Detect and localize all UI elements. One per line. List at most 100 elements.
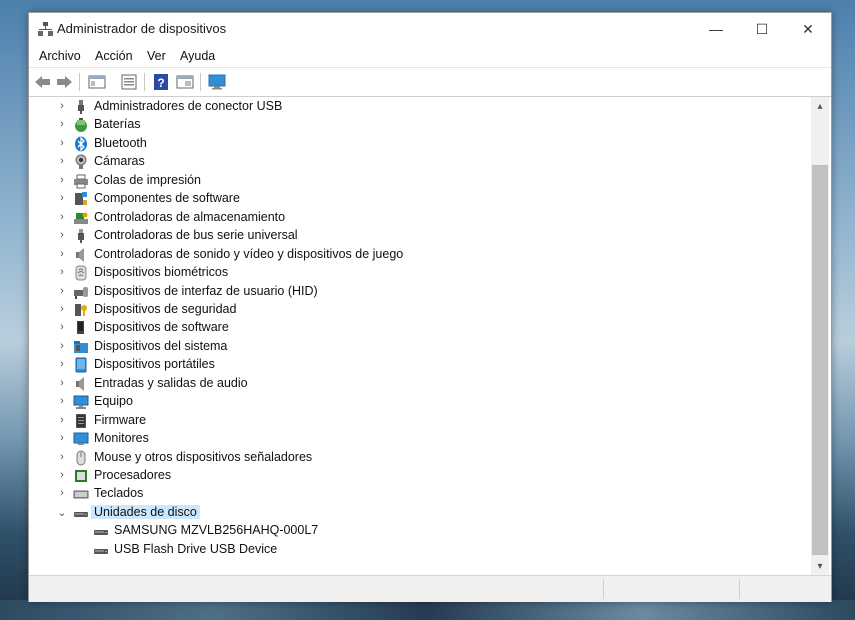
tree-child-item[interactable]: SAMSUNG MZVLB256HAHQ-000L7 — [29, 522, 809, 540]
close-button[interactable]: ✕ — [785, 13, 831, 45]
tree-category-item[interactable]: ›Cámaras — [29, 153, 809, 171]
system-folder-icon — [73, 339, 89, 355]
menu-archivo[interactable]: Archivo — [39, 49, 81, 63]
tree-category-item[interactable]: › Dispositivos de interfaz de usuario (HI… — [29, 283, 809, 301]
scroll-up-button[interactable]: ▴ — [811, 97, 829, 115]
tree-category-item[interactable]: › Controladoras de bus serie universal — [29, 227, 809, 245]
maximize-button[interactable]: ☐ — [739, 13, 785, 45]
status-separator — [739, 579, 740, 599]
tree-category-item[interactable]: › Administradores de conector USB — [29, 98, 809, 116]
disk-drive-icon — [93, 523, 109, 539]
tree-category-item[interactable]: ›Dispositivos de software — [29, 319, 809, 337]
chevron-right-icon[interactable]: › — [57, 248, 67, 260]
processor-icon — [73, 468, 89, 484]
chevron-right-icon[interactable]: › — [57, 395, 67, 407]
tree-item-label: USB Flash Drive USB Device — [114, 542, 277, 556]
tree-category-item[interactable]: › Baterías — [29, 116, 809, 134]
console-tree-icon[interactable] — [88, 73, 106, 91]
chevron-right-icon[interactable]: › — [57, 229, 67, 241]
tree-category-item[interactable]: › Firmware — [29, 412, 809, 430]
menu-ayuda[interactable]: Ayuda — [180, 49, 215, 63]
mouse-icon — [73, 450, 89, 466]
toolbar: ? — [29, 67, 831, 97]
keyboard-icon — [73, 486, 89, 502]
chevron-right-icon[interactable]: › — [57, 285, 67, 297]
chevron-right-icon[interactable]: › — [57, 377, 67, 389]
chevron-right-icon[interactable]: › — [57, 137, 67, 149]
chevron-right-icon[interactable]: › — [57, 432, 67, 444]
chevron-right-icon[interactable]: › — [57, 211, 67, 223]
tree-category-item[interactable]: › Controladoras de almacenamiento — [29, 209, 809, 227]
tree-category-item[interactable]: › Componentes de software — [29, 190, 809, 208]
hid-icon — [73, 284, 89, 300]
tree-item-label: Bluetooth — [94, 136, 147, 150]
desktop-background — [0, 600, 855, 620]
chevron-right-icon[interactable]: › — [57, 321, 67, 333]
menu-accion[interactable]: Acción — [95, 49, 133, 63]
tree-category-item[interactable]: ›Procesadores — [29, 467, 809, 485]
software-device-icon — [73, 320, 89, 336]
tree-item-label: Dispositivos de interfaz de usuario (HID… — [94, 284, 318, 298]
printer-icon — [73, 173, 89, 189]
tree-item-label: Equipo — [94, 394, 133, 408]
chevron-right-icon[interactable]: › — [57, 414, 67, 426]
minimize-button[interactable]: — — [693, 13, 739, 45]
tree-category-item[interactable]: ›Controladoras de sonido y vídeo y dispo… — [29, 246, 809, 264]
portable-device-icon — [73, 357, 89, 373]
chevron-down-icon[interactable]: ⌄ — [57, 506, 67, 519]
disk-drive-icon — [73, 505, 89, 521]
toolbar-separator — [144, 73, 145, 91]
battery-icon — [73, 117, 89, 133]
tree-category-item[interactable]: ›Dispositivos portátiles — [29, 356, 809, 374]
tree-category-item[interactable]: › Bluetooth — [29, 135, 809, 153]
tree-category-item[interactable]: › Dispositivos biométricos — [29, 264, 809, 282]
chevron-right-icon[interactable]: › — [57, 451, 67, 463]
tree-child-item[interactable]: USB Flash Drive USB Device — [29, 541, 809, 559]
tree-category-item[interactable]: ›Dispositivos del sistema — [29, 338, 809, 356]
tree-item-label: Administradores de conector USB — [94, 99, 282, 113]
usb-connector-icon — [73, 99, 89, 115]
chevron-right-icon[interactable]: › — [57, 174, 67, 186]
chevron-right-icon[interactable]: › — [57, 266, 67, 278]
chevron-right-icon[interactable]: › — [57, 118, 67, 130]
chevron-right-icon[interactable]: › — [57, 192, 67, 204]
menu-ver[interactable]: Ver — [147, 49, 166, 63]
tree-category-item[interactable]: › Monitores — [29, 430, 809, 448]
tree-item-label: Entradas y salidas de audio — [94, 376, 248, 390]
scroll-down-button[interactable]: ▾ — [811, 557, 829, 575]
chevron-right-icon[interactable]: › — [57, 469, 67, 481]
tree-category-item[interactable]: ›Teclados — [29, 485, 809, 503]
vertical-scrollbar[interactable]: ▴ ▾ — [811, 97, 829, 575]
tree-category-item[interactable]: › Equipo — [29, 393, 809, 411]
tree-item-label: Unidades de disco — [91, 505, 200, 519]
chevron-right-icon[interactable]: › — [57, 487, 67, 499]
tree-item-label: Monitores — [94, 431, 149, 445]
help-icon[interactable]: ? — [152, 73, 170, 91]
properties-icon[interactable] — [120, 73, 138, 91]
tree-item-label: Controladoras de almacenamiento — [94, 210, 285, 224]
chevron-right-icon[interactable]: › — [57, 155, 67, 167]
tree-category-item[interactable]: › Entradas y salidas de audio — [29, 375, 809, 393]
chevron-right-icon[interactable]: › — [57, 340, 67, 352]
tree-category-item[interactable]: ›Colas de impresión — [29, 172, 809, 190]
tree-item-label: Dispositivos biométricos — [94, 265, 228, 279]
toolbar-separator — [79, 73, 80, 91]
tree-item-label: Componentes de software — [94, 191, 240, 205]
audio-icon — [73, 376, 89, 392]
tree-item-label: Controladoras de bus serie universal — [94, 228, 298, 242]
speaker-icon — [73, 247, 89, 263]
tree-item-label: Baterías — [94, 117, 141, 131]
chevron-right-icon[interactable]: › — [57, 303, 67, 315]
tree-category-item[interactable]: ⌄ Unidades de disco — [29, 504, 809, 522]
usb-plug-icon — [73, 228, 89, 244]
forward-arrow-icon[interactable] — [55, 73, 73, 91]
view-icon[interactable] — [176, 73, 194, 91]
back-arrow-icon[interactable] — [34, 73, 52, 91]
tree-category-item[interactable]: ›Mouse y otros dispositivos señaladores — [29, 449, 809, 467]
tree-item-label: Firmware — [94, 413, 146, 427]
chevron-right-icon[interactable]: › — [57, 100, 67, 112]
chevron-right-icon[interactable]: › — [57, 358, 67, 370]
monitor-icon[interactable] — [208, 73, 226, 91]
tree-category-item[interactable]: ›Dispositivos de seguridad — [29, 301, 809, 319]
scroll-thumb[interactable] — [812, 165, 828, 555]
